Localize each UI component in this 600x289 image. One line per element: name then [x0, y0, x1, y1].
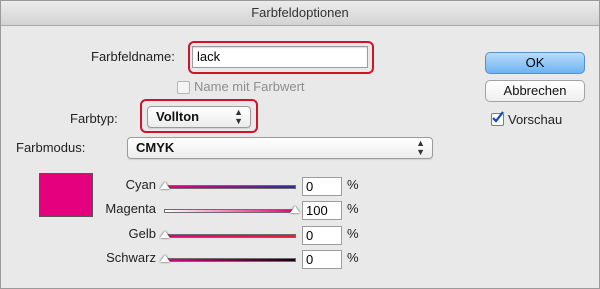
value-field-gelb[interactable]: 0 — [302, 226, 342, 245]
popup-arrows-icon: ▲ ▼ — [416, 138, 425, 157]
slider-thumb-schwarz[interactable] — [160, 255, 170, 262]
value-field-magenta[interactable]: 100 — [302, 201, 342, 220]
window-title: Farbfeldoptionen — [1, 1, 599, 26]
value-field-schwarz[interactable]: 0 — [302, 250, 342, 269]
name-with-value-label: Name mit Farbwert — [194, 79, 305, 94]
swatch-name-label: Farbfeldname: — [91, 49, 175, 64]
slider-label-schwarz: Schwarz — [106, 250, 156, 265]
value-field-cyan[interactable]: 0 — [302, 177, 342, 196]
ok-button[interactable]: OK — [485, 52, 585, 74]
swatch-options-dialog: Farbfeldoptionen Farbfeldname: lack Name… — [0, 0, 600, 289]
slider-thumb-gelb[interactable] — [160, 231, 170, 238]
color-mode-select[interactable]: CMYK ▲ ▼ — [127, 137, 433, 159]
percent-unit: % — [347, 250, 359, 265]
percent-unit: % — [347, 177, 359, 192]
color-type-select[interactable]: Vollton ▲ ▼ — [147, 106, 251, 128]
slider-track-schwarz[interactable] — [164, 258, 296, 262]
preview-checkbox[interactable] — [491, 111, 504, 126]
slider-label-magenta: Magenta — [105, 201, 156, 216]
slider-track-cyan[interactable] — [164, 185, 296, 189]
slider-track-gelb[interactable] — [164, 234, 296, 238]
slider-thumb-cyan[interactable] — [160, 182, 170, 189]
slider-thumb-magenta[interactable] — [290, 206, 300, 213]
preview-label: Vorschau — [508, 112, 563, 127]
percent-unit: % — [347, 201, 359, 216]
color-type-label: Farbtyp: — [70, 111, 118, 126]
slider-label-cyan: Cyan — [125, 177, 156, 192]
swatch-name-input[interactable]: lack — [192, 46, 368, 68]
color-mode-label: Farbmodus: — [16, 140, 86, 155]
popup-arrows-icon: ▲ ▼ — [234, 107, 243, 126]
color-mode-value: CMYK — [136, 140, 175, 155]
slider-label-gelb: Gelb — [128, 226, 156, 241]
cancel-button[interactable]: Abbrechen — [485, 80, 585, 102]
color-swatch-preview — [39, 173, 93, 217]
color-type-value: Vollton — [156, 109, 200, 124]
checkmark-icon — [492, 111, 504, 123]
name-with-value-checkbox[interactable] — [177, 81, 190, 94]
slider-track-magenta[interactable] — [164, 209, 296, 213]
percent-unit: % — [347, 226, 359, 241]
